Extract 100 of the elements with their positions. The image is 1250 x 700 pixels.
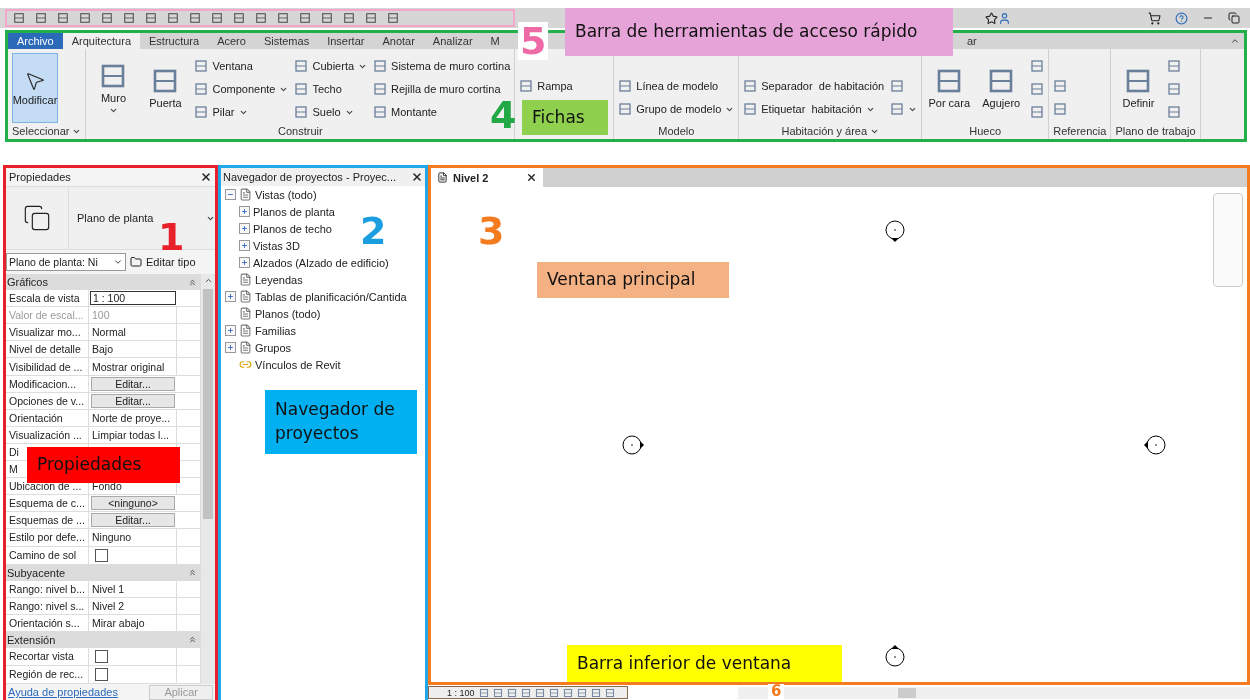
ribbon-tab[interactable]: Insertar — [318, 33, 374, 49]
ribbon-tool-button[interactable]: Techo — [294, 79, 342, 99]
ribbon-tab[interactable]: ar — [958, 35, 986, 47]
help-link[interactable]: Ayuda de propiedades — [8, 686, 118, 698]
instance-dropdown[interactable]: Plano de planta: Ni — [6, 253, 126, 271]
edit-button[interactable]: <ninguno> — [91, 496, 175, 511]
tree-item[interactable]: Vínculos de Revit — [221, 356, 341, 373]
property-label: Estilo por defe... — [6, 529, 89, 546]
cart-icon[interactable] — [1148, 11, 1161, 25]
checkbox[interactable] — [95, 649, 108, 663]
collapse-icon[interactable] — [188, 568, 197, 578]
edit-button[interactable]: Editar... — [91, 513, 175, 528]
ribbon-tool-button[interactable]: Definir — [1115, 53, 1162, 123]
expand-toggle-icon[interactable] — [225, 291, 236, 302]
edit-button[interactable]: Editar... — [91, 393, 175, 408]
view-control-icon — [492, 687, 503, 698]
close-icon[interactable] — [411, 171, 423, 183]
checkbox[interactable] — [95, 667, 108, 681]
folder-icon[interactable] — [130, 256, 142, 268]
ribbon-tool-button[interactable]: Puerta — [142, 53, 189, 123]
property-value: Normal — [89, 324, 177, 341]
ribbon-tab[interactable]: M — [481, 33, 509, 49]
ribbon-tool-button[interactable]: Ventana — [194, 56, 253, 76]
toolbar-icon — [365, 12, 377, 24]
value-input[interactable]: 1 : 100 — [90, 291, 176, 306]
tree-item[interactable]: Grupos — [221, 339, 292, 356]
ribbon-tool-button[interactable]: Línea de modelo — [618, 76, 719, 96]
expand-toggle-icon[interactable] — [239, 240, 250, 251]
tree-item[interactable]: Familias — [221, 322, 296, 339]
tree-item[interactable]: Planos de techo — [221, 220, 332, 237]
tool-icon — [618, 102, 633, 116]
property-value: Bajo — [89, 341, 177, 358]
property-label: Valor de escal... — [6, 307, 89, 324]
ribbon-tool-button[interactable]: Agujero — [978, 53, 1025, 123]
ribbon-tab[interactable]: Arquitectura — [62, 33, 140, 49]
ribbon-tool-button[interactable]: Rejilla de muro cortina — [373, 79, 501, 99]
callout-label: Navegador de proyectos — [265, 390, 417, 454]
scrollbar[interactable] — [201, 274, 215, 684]
type-name[interactable]: Plano de planta — [77, 212, 154, 224]
collapse-ribbon-icon[interactable] — [1230, 36, 1240, 46]
ribbon-tool-button[interactable]: Pilar — [194, 102, 248, 122]
edit-type-button[interactable]: Editar tipo — [146, 256, 196, 268]
ribbon-tool-button[interactable]: Cubierta — [294, 56, 368, 76]
edit-button[interactable]: Editar... — [91, 376, 175, 391]
callout-label: Fichas — [522, 100, 608, 135]
expand-toggle-icon[interactable] — [239, 223, 250, 234]
toolbar-icon — [123, 12, 135, 24]
ribbon-tool-button[interactable]: Rampa — [519, 76, 573, 96]
ribbon-tab[interactable]: Acero — [208, 33, 255, 49]
ribbon-tab[interactable]: Analizar — [423, 33, 482, 49]
tool-icon — [294, 82, 309, 96]
ribbon-tool-button[interactable]: Sistema de muro cortina — [373, 56, 511, 76]
collapse-icon[interactable] — [188, 277, 197, 287]
elevation-marker-icon — [882, 217, 908, 243]
ribbon-tab[interactable]: Anotar — [373, 33, 424, 49]
view-tab[interactable]: Nivel 2 — [431, 168, 543, 187]
restore-icon[interactable] — [1228, 12, 1240, 24]
expand-toggle-icon[interactable] — [225, 325, 236, 336]
star-icon[interactable] — [985, 11, 998, 25]
ribbon-tool-button[interactable]: Por cara — [926, 53, 973, 123]
ribbon-tool-button[interactable]: Muro — [90, 53, 137, 123]
checkbox[interactable] — [95, 548, 108, 562]
ribbon-tab[interactable]: Estructura — [140, 33, 209, 49]
property-label: Visualizar mo... — [6, 324, 89, 341]
tree-item[interactable]: Planos (todo) — [221, 305, 321, 322]
tool-icon — [294, 59, 309, 73]
ribbon-tool-button[interactable]: Grupo de modelo — [618, 99, 735, 119]
ribbon-tool-button[interactable]: Modificar — [12, 53, 58, 123]
collapse-icon[interactable] — [188, 635, 197, 645]
tree-item[interactable]: Vistas 3D — [221, 237, 300, 254]
ribbon-tool-button[interactable]: Separador de habitación — [743, 76, 885, 96]
view-control-icon — [478, 687, 489, 698]
ribbon-tool-button[interactable]: Etiquetar habitación — [743, 99, 875, 119]
ribbon-tab[interactable]: Sistemas — [254, 33, 319, 49]
help-icon[interactable] — [1175, 11, 1188, 25]
ribbon-tool-button[interactable]: Montante — [373, 102, 437, 122]
expand-toggle-icon[interactable] — [239, 257, 250, 268]
toolbar-icon — [101, 12, 113, 24]
tree-item[interactable]: Planos de planta — [221, 203, 335, 220]
tree-item[interactable]: Leyendas — [221, 271, 303, 288]
section-header: Subyacente — [7, 566, 66, 579]
expand-toggle-icon[interactable] — [225, 189, 236, 200]
expand-toggle-icon[interactable] — [225, 342, 236, 353]
callout-number: 1 — [158, 218, 185, 256]
toolbar-icon — [167, 12, 179, 24]
user-icon[interactable] — [998, 11, 1011, 25]
ribbon-tool-button[interactable]: Suelo — [294, 102, 354, 122]
scrollbar[interactable] — [738, 686, 1250, 699]
view-control-bar[interactable]: 1 : 100 — [428, 686, 628, 699]
close-icon[interactable] — [526, 172, 537, 183]
tree-item[interactable]: Tablas de planificación/Cantida — [221, 288, 407, 305]
chevron-up-icon[interactable] — [203, 276, 213, 285]
tree-item[interactable]: Vistas (todo) — [221, 186, 317, 203]
ribbon-tool-button[interactable]: Componente — [194, 79, 289, 99]
property-label: Rango: nivel s... — [6, 597, 89, 614]
close-icon[interactable] — [200, 171, 212, 183]
ribbon-tab[interactable]: Archivo — [8, 33, 63, 49]
expand-toggle-icon[interactable] — [239, 206, 250, 217]
tree-item[interactable]: Alzados (Alzado de edificio) — [221, 254, 389, 271]
elevation-marker-icon — [882, 644, 908, 670]
